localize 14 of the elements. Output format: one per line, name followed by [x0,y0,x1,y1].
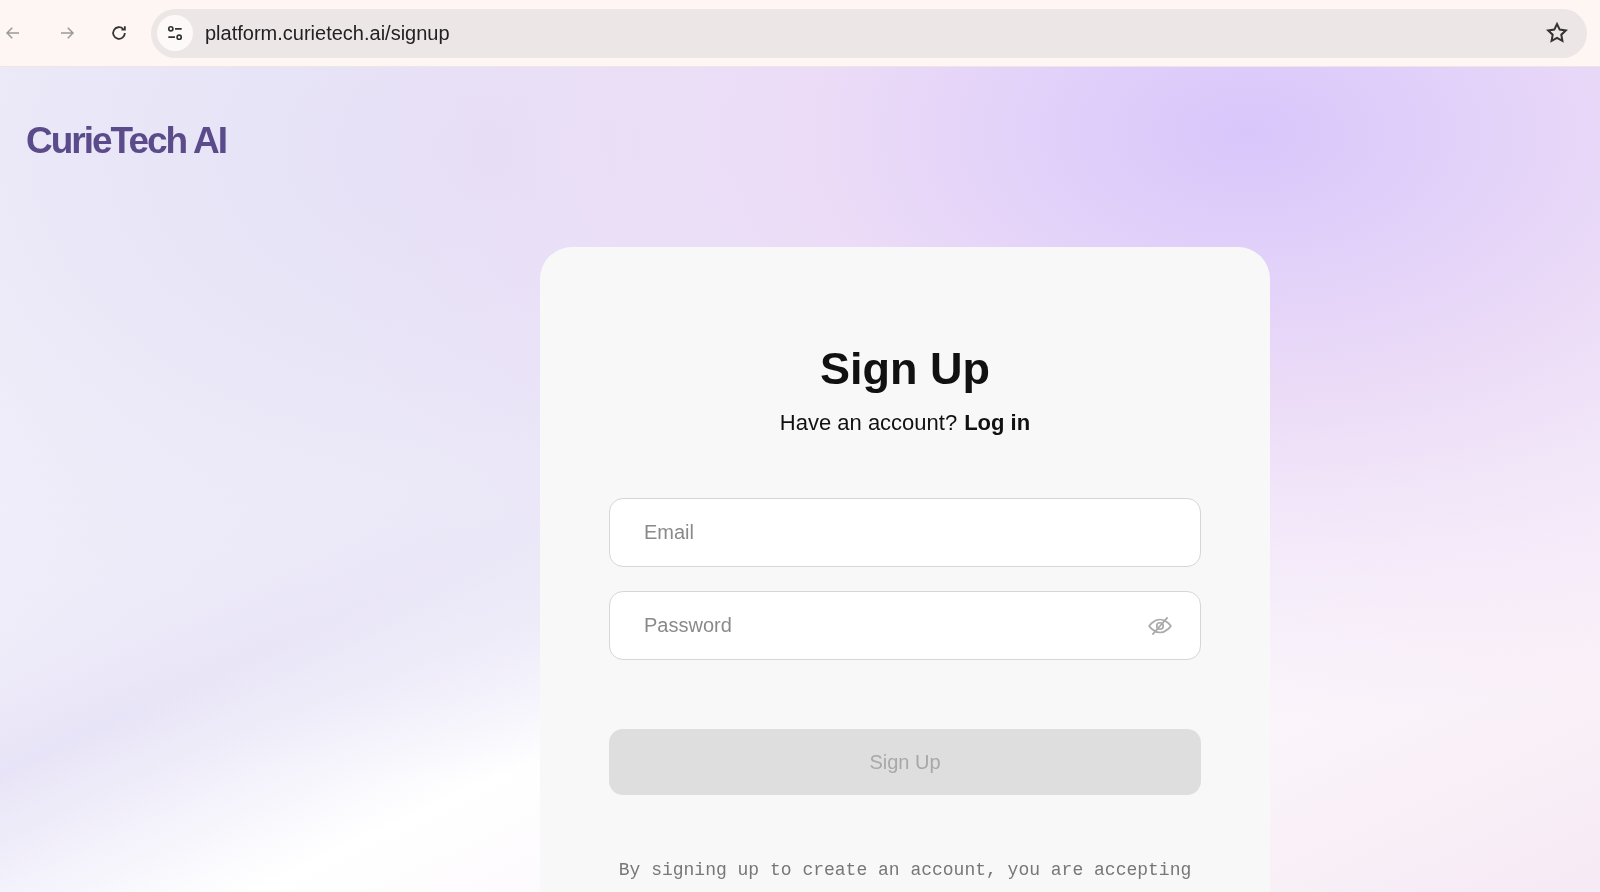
terms-text: By signing up to create an account, you are accepting [618,859,1192,882]
forward-icon[interactable] [58,24,76,42]
login-prompt: Have an account? [779,409,958,437]
logo[interactable]: CurieTech AI [26,113,1600,169]
back-icon[interactable] [4,24,22,42]
address-bar[interactable]: platform.curietech.ai/signup [151,8,1587,58]
url-text[interactable]: platform.curietech.ai/signup [205,18,450,48]
reload-icon[interactable] [109,23,129,43]
login-link[interactable]: Log in [964,406,1031,439]
email-field[interactable]: Email [609,498,1201,567]
page-heading: Sign Up [820,341,990,396]
password-field[interactable]: Password [609,591,1201,660]
bookmark-star-icon[interactable] [1545,21,1569,45]
site-settings-icon[interactable] [157,15,193,51]
